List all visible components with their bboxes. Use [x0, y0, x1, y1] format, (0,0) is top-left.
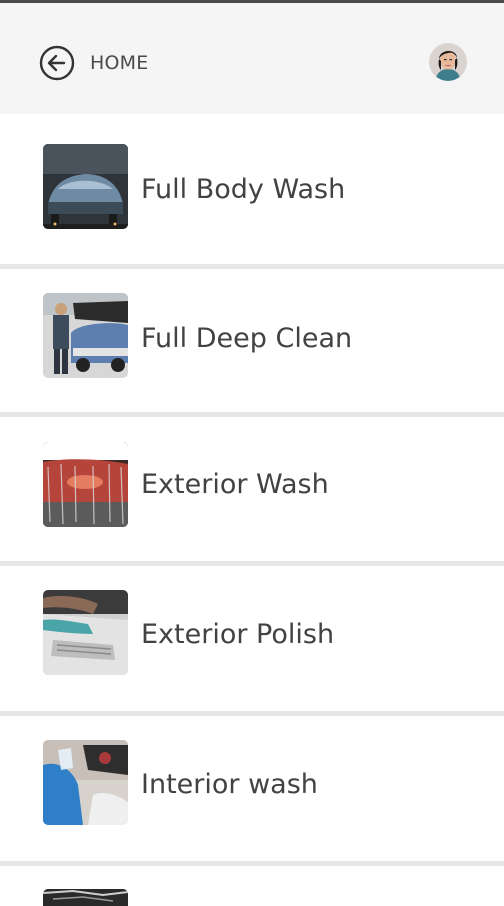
interior-wash-thumbnail: [43, 740, 128, 825]
avatar-image: [429, 43, 467, 81]
service-item-exterior-polish[interactable]: Exterior Polish: [0, 566, 504, 711]
arrow-left-circle-icon: [39, 45, 75, 81]
home-back-button[interactable]: HOME: [38, 43, 148, 83]
partial-thumbnail: [43, 889, 128, 906]
full-body-wash-thumbnail: [43, 144, 128, 229]
exterior-polish-thumbnail: [43, 590, 128, 675]
home-label: HOME: [90, 52, 149, 74]
user-avatar[interactable]: [429, 43, 467, 81]
service-label: Full Deep Clean: [141, 323, 353, 354]
service-label: Interior wash: [141, 769, 318, 800]
service-label: Exterior Polish: [141, 619, 335, 650]
service-item-full-deep-clean[interactable]: Full Deep Clean: [0, 269, 504, 412]
exterior-wash-thumbnail: [43, 442, 128, 527]
service-item-interior-wash[interactable]: Interior wash: [0, 716, 504, 861]
service-label: Full Body Wash: [141, 174, 346, 205]
service-label: Exterior Wash: [141, 469, 329, 500]
service-list: Full Body Wash Full Deep Clean Exterior …: [0, 114, 504, 906]
service-item-exterior-wash[interactable]: Exterior Wash: [0, 417, 504, 561]
app-header: HOME: [0, 3, 504, 114]
full-deep-clean-thumbnail: [43, 293, 128, 378]
service-item-full-body-wash[interactable]: Full Body Wash: [0, 114, 504, 264]
service-item-partial[interactable]: [0, 866, 504, 906]
